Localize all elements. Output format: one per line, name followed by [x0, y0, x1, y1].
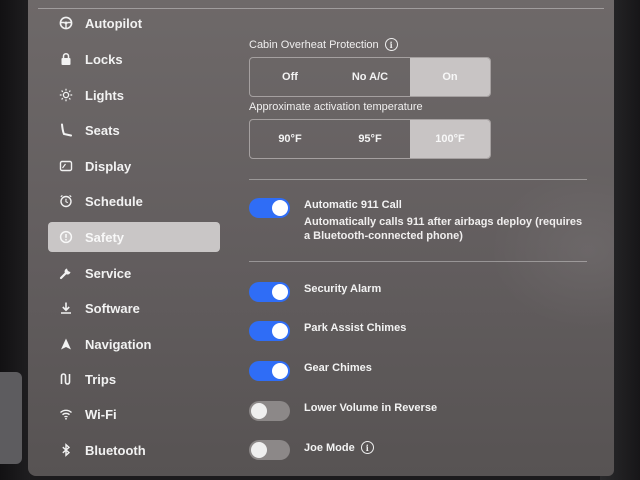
sidebar-item-label: Locks: [85, 51, 123, 67]
cabin-overheat-selector: Off No A/C On: [249, 57, 491, 97]
security-alarm-toggle[interactable]: [249, 282, 290, 302]
sidebar-item-label: Navigation: [85, 336, 152, 352]
temp-100f-option[interactable]: 100°F: [410, 120, 490, 158]
display-icon: [57, 157, 75, 175]
gear-chimes-toggle[interactable]: [249, 361, 290, 381]
sidebar-item-navigation[interactable]: Navigation: [48, 329, 220, 359]
sidebar-item-locks[interactable]: Locks: [48, 44, 220, 74]
navigation-arrow-icon: [57, 335, 75, 353]
lower-volume-reverse-toggle[interactable]: [249, 401, 290, 421]
cabin-overheat-noac-option[interactable]: No A/C: [330, 58, 410, 96]
toggle-knob: [251, 403, 267, 419]
sun-icon: [57, 86, 75, 104]
section-divider: [249, 179, 587, 180]
activation-temp-title: Approximate activation temperature: [249, 101, 423, 113]
touchscreen: Autopilot Locks Lights Seats Display Sch…: [28, 0, 614, 476]
info-icon[interactable]: i: [360, 441, 374, 454]
security-alarm-label: Security Alarm: [304, 283, 382, 295]
sidebar-item-seats[interactable]: Seats: [48, 115, 220, 145]
seat-icon: [57, 121, 75, 139]
sidebar-item-label: Trips: [85, 371, 117, 387]
toggle-knob: [251, 442, 267, 458]
sidebar-item-label: Bluetooth: [85, 442, 146, 458]
sidebar-item-display[interactable]: Display: [48, 151, 220, 181]
bezel-edge: [0, 372, 22, 464]
safety-settings-panel: Cabin Overheat Protection i Off No A/C O…: [249, 0, 589, 476]
lower-volume-reverse-label: Lower Volume in Reverse: [304, 402, 438, 414]
info-icon[interactable]: i: [384, 38, 398, 51]
sidebar-item-label: Service: [85, 265, 132, 281]
toggle-knob: [272, 200, 288, 216]
sidebar-item-label: Schedule: [85, 193, 143, 209]
joe-mode-toggle[interactable]: [249, 440, 290, 460]
section-divider: [249, 261, 587, 262]
sidebar-item-service[interactable]: Service: [48, 258, 220, 288]
activation-temp-label: Approximate activation temperature: [249, 101, 423, 113]
auto-911-row: Automatic 911 Call Automatically calls 9…: [249, 198, 589, 244]
sidebar-item-bluetooth[interactable]: Bluetooth: [48, 435, 220, 465]
gear-chimes-label: Gear Chimes: [304, 362, 372, 374]
sidebar-item-label: Display: [85, 158, 132, 174]
sidebar-item-label: Safety: [85, 229, 125, 245]
security-alarm-row: Security Alarm: [249, 282, 589, 304]
joe-mode-label-group: Joe Mode i: [304, 441, 374, 454]
temp-95f-option[interactable]: 95°F: [330, 120, 410, 158]
cabin-overheat-title: Cabin Overheat Protection i: [249, 38, 398, 51]
sidebar-item-lights[interactable]: Lights: [48, 80, 220, 110]
joe-mode-row: Joe Mode i: [249, 440, 589, 462]
sidebar-item-label: Autopilot: [85, 15, 143, 31]
activation-temp-selector: 90°F 95°F 100°F: [249, 119, 491, 159]
cabin-overheat-label: Cabin Overheat Protection: [249, 38, 379, 51]
sidebar-item-label: Software: [85, 300, 140, 316]
toggle-knob: [272, 363, 288, 379]
wrench-icon: [57, 264, 75, 282]
toggle-knob: [272, 323, 288, 339]
temp-90f-option[interactable]: 90°F: [250, 120, 330, 158]
park-assist-chimes-label: Park Assist Chimes: [304, 322, 407, 334]
lock-icon: [57, 50, 75, 68]
auto-911-label: Automatic 911 Call: [304, 199, 402, 211]
gear-chimes-row: Gear Chimes: [249, 361, 589, 383]
park-assist-chimes-toggle[interactable]: [249, 321, 290, 341]
sidebar-item-software[interactable]: Software: [48, 293, 220, 323]
sidebar-item-trips[interactable]: Trips: [48, 364, 220, 394]
cabin-overheat-off-option[interactable]: Off: [250, 58, 330, 96]
auto-911-description: Automatically calls 911 after airbags de…: [304, 216, 583, 242]
clock-icon: [57, 192, 75, 210]
sidebar-item-safety[interactable]: Safety: [48, 222, 220, 252]
sidebar-item-label: Wi-Fi: [85, 406, 117, 422]
alert-circle-icon: [57, 228, 75, 246]
sidebar-item-autopilot[interactable]: Autopilot: [48, 8, 220, 38]
trips-icon: [57, 370, 75, 388]
sidebar-item-label: Seats: [85, 122, 120, 138]
lower-volume-reverse-row: Lower Volume in Reverse: [249, 401, 589, 423]
auto-911-toggle[interactable]: [249, 198, 290, 218]
joe-mode-label: Joe Mode: [304, 441, 355, 454]
sidebar-item-wifi[interactable]: Wi-Fi: [48, 399, 220, 429]
sidebar-item-schedule[interactable]: Schedule: [48, 186, 220, 216]
bluetooth-icon: [57, 441, 75, 459]
sidebar-item-label: Lights: [85, 87, 124, 103]
toggle-knob: [272, 284, 288, 300]
park-assist-chimes-row: Park Assist Chimes: [249, 321, 589, 343]
cabin-overheat-on-option[interactable]: On: [410, 58, 490, 96]
steering-wheel-icon: [57, 14, 75, 32]
download-icon: [57, 299, 75, 317]
wifi-icon: [57, 405, 75, 423]
